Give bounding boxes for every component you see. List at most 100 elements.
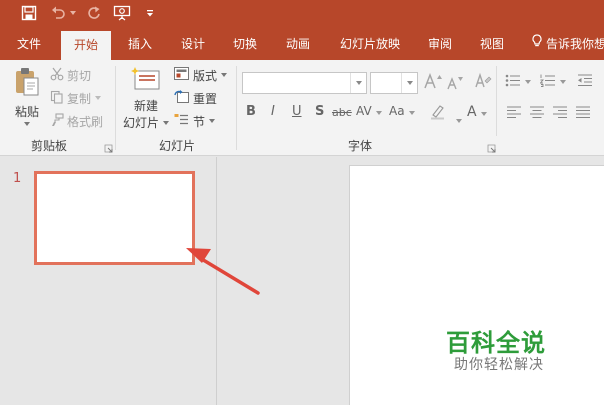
tell-me-search[interactable]: 告诉我你想 — [531, 28, 604, 60]
justify-button[interactable] — [575, 106, 591, 122]
tab-insert[interactable]: 插入 — [119, 28, 161, 60]
cut-button[interactable]: 剪切 — [50, 66, 91, 84]
change-case-label: Aa — [389, 104, 405, 118]
section-button[interactable]: 节 — [174, 112, 216, 130]
bullets-icon — [505, 74, 521, 90]
layout-icon — [174, 67, 189, 83]
chevron-down-icon — [560, 80, 566, 84]
cut-label: 剪切 — [67, 68, 92, 83]
font-color-label: A — [467, 104, 477, 120]
tab-design[interactable]: 设计 — [172, 28, 214, 60]
chevron-down-icon — [525, 80, 531, 84]
chevron-down-icon[interactable] — [452, 112, 462, 127]
clear-formatting-button[interactable] — [474, 72, 492, 93]
tab-animations[interactable]: 动画 — [277, 28, 319, 60]
shrink-font-button[interactable] — [447, 74, 465, 92]
ribbon-home: 粘贴 剪切 复制 格式刷 剪贴板 新建 幻灯片 版式 重置 节 幻灯片 字体 — [0, 60, 604, 156]
present-from-start-icon[interactable] — [111, 2, 133, 24]
justify-icon — [575, 106, 591, 122]
slide-thumbnail[interactable] — [34, 171, 195, 265]
font-group-label: 字体 — [348, 139, 373, 153]
chevron-down-icon — [24, 122, 30, 126]
character-spacing-button[interactable]: AV — [356, 104, 382, 118]
underline-button[interactable]: U — [292, 104, 302, 119]
chevron-down-icon — [375, 111, 382, 115]
decrease-indent-button[interactable] — [577, 74, 593, 90]
highlighter-icon — [429, 105, 447, 124]
change-case-button[interactable]: Aa — [389, 104, 415, 118]
bullets-button[interactable] — [505, 74, 531, 90]
format-painter-icon — [50, 112, 64, 130]
watermark-title: 百科全说 — [446, 329, 546, 357]
font-size-combo[interactable] — [370, 72, 418, 94]
customize-qat-icon[interactable] — [142, 2, 158, 24]
bold-button[interactable]: B — [246, 104, 256, 119]
tab-review[interactable]: 审阅 — [419, 28, 461, 60]
character-spacing-label: AV — [356, 104, 372, 118]
new-slide-label-line2: 幻灯片 — [122, 116, 159, 130]
grow-font-icon — [424, 72, 444, 93]
copy-button[interactable]: 复制 — [50, 89, 102, 107]
text-shadow-button[interactable]: S — [315, 104, 324, 119]
format-painter-button[interactable]: 格式刷 — [50, 112, 103, 130]
numbering-button[interactable] — [539, 74, 566, 90]
align-right-button[interactable] — [552, 106, 568, 122]
group-divider — [496, 66, 497, 136]
slides-group-label: 幻灯片 — [159, 139, 196, 153]
ribbon-tabs: 文件 开始 插入 设计 切换 动画 幻灯片放映 审阅 视图 告诉我你想 — [0, 28, 604, 60]
tab-transitions[interactable]: 切换 — [224, 28, 266, 60]
chevron-down-icon — [221, 73, 228, 77]
font-name-combo[interactable] — [242, 72, 367, 94]
copy-label: 复制 — [67, 91, 92, 106]
save-icon[interactable] — [18, 2, 40, 24]
italic-button[interactable]: I — [271, 104, 275, 119]
tab-file[interactable]: 文件 — [8, 28, 50, 60]
reset-button[interactable]: 重置 — [174, 89, 217, 107]
new-slide-icon — [130, 66, 162, 97]
decrease-indent-icon — [577, 74, 593, 90]
tab-view[interactable]: 视图 — [471, 28, 513, 60]
font-color-button[interactable]: A — [467, 104, 487, 120]
scissors-icon — [50, 67, 64, 84]
grow-font-button[interactable] — [424, 72, 444, 93]
reset-icon — [174, 90, 189, 106]
align-right-icon — [552, 106, 568, 122]
tab-home[interactable]: 开始 — [61, 31, 111, 60]
paste-button[interactable]: 粘贴 — [10, 66, 44, 130]
chevron-down-icon — [209, 119, 216, 123]
shrink-font-icon — [447, 74, 465, 93]
undo-dropdown-icon[interactable] — [68, 2, 78, 24]
align-center-icon — [529, 106, 545, 122]
group-divider — [236, 66, 237, 150]
layout-button[interactable]: 版式 — [174, 66, 228, 84]
layout-label: 版式 — [193, 68, 218, 83]
numbering-icon — [539, 74, 556, 90]
highlight-color-button[interactable] — [429, 102, 447, 124]
lightbulb-icon — [531, 28, 543, 60]
font-launcher-icon[interactable] — [487, 142, 496, 153]
chevron-down-icon — [163, 120, 169, 125]
section-icon — [174, 113, 189, 129]
undo-icon[interactable] — [48, 2, 68, 24]
tab-slide-show[interactable]: 幻灯片放映 — [333, 28, 407, 60]
eraser-icon — [474, 72, 492, 93]
chevron-down-icon — [480, 112, 487, 116]
copy-icon — [50, 90, 64, 107]
title-bar — [0, 0, 604, 28]
align-left-button[interactable] — [506, 106, 522, 122]
paste-icon — [13, 66, 41, 101]
chevron-down-icon[interactable] — [350, 73, 366, 93]
clipboard-group-label: 剪贴板 — [31, 139, 68, 153]
new-slide-label-line1: 新建 — [133, 99, 158, 113]
chevron-down-icon — [408, 111, 415, 115]
clipboard-launcher-icon[interactable] — [104, 142, 113, 153]
paste-label: 粘贴 — [14, 105, 39, 119]
chevron-down-icon[interactable] — [401, 73, 417, 93]
slide-number: 1 — [13, 171, 22, 186]
redo-icon[interactable] — [84, 2, 104, 24]
watermark-subtitle: 助你轻松解决 — [454, 357, 544, 373]
chevron-down-icon — [95, 96, 102, 100]
align-center-button[interactable] — [529, 106, 545, 122]
strikethrough-button[interactable]: abc — [332, 106, 352, 119]
new-slide-button[interactable]: 新建 幻灯片 — [121, 66, 171, 132]
